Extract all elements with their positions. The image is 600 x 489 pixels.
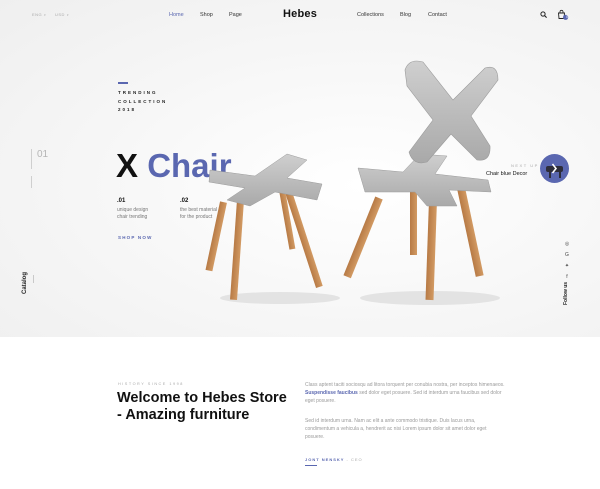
trend-line: 2018	[118, 107, 137, 112]
slide-indicator-line	[31, 149, 32, 169]
slide-indicator-line	[31, 176, 32, 188]
feature-line: unique design	[117, 207, 149, 213]
intro-text: Class aptent taciti sociosqu ad litora t…	[305, 382, 505, 388]
x-chair-image	[205, 60, 500, 305]
twitter-icon[interactable]: ✦	[563, 263, 571, 269]
feature-number: .01	[117, 198, 126, 204]
language-selector[interactable]: ENG ▾	[32, 12, 46, 17]
author-name: JONT NENSKY	[305, 457, 345, 462]
welcome-heading: Welcome to Hebes Store - Amazing furnitu…	[117, 390, 287, 423]
next-up-title[interactable]: Chair blue Decor	[486, 171, 527, 177]
cart-count-badge: 0	[566, 14, 568, 19]
author-underline	[305, 465, 317, 466]
next-slide-thumbnail[interactable]	[540, 154, 569, 183]
catalog-link[interactable]: Catalog	[22, 272, 28, 294]
chair-thumbnail-icon	[546, 163, 563, 178]
nav-blog[interactable]: Blog	[400, 12, 411, 18]
language-label: ENG	[32, 12, 43, 17]
nav-contact[interactable]: Contact	[428, 12, 447, 18]
intro-emphasis: Suspendisse faucibus	[305, 390, 358, 397]
nav-collections[interactable]: Collections	[357, 12, 384, 18]
feature-text: unique design chair trending	[117, 207, 187, 221]
feature-line: the best material	[180, 207, 217, 213]
currency-label: USD	[55, 12, 65, 17]
currency-selector[interactable]: USD ▾	[55, 12, 69, 17]
nav-shop[interactable]: Shop	[200, 12, 213, 18]
trend-line: TRENDING	[118, 90, 158, 95]
follow-us-label: Follow us	[563, 281, 569, 305]
instagram-icon[interactable]: ◎	[563, 241, 571, 247]
chevron-down-icon: ▾	[66, 13, 69, 17]
intro-paragraph: Class aptent taciti sociosqu ad litora t…	[305, 381, 505, 406]
feature-number: .02	[180, 198, 189, 204]
intro-paragraph: Sed id interdum urna. Nam ac elit a ante…	[305, 418, 487, 441]
accent-line	[118, 82, 128, 84]
feature-text: the best material for the product	[180, 207, 222, 221]
top-navigation: ENG ▾ USD ▾ Home Shop Page Hebes Collectio…	[0, 0, 600, 30]
feature-line: chair trending	[117, 214, 148, 220]
author-role: - CEO	[346, 457, 363, 462]
history-label: HISTORY SINCE 1998	[118, 382, 184, 386]
chevron-down-icon: ▾	[44, 13, 47, 17]
slide-counter: 01	[37, 149, 49, 160]
hero-title-x: X	[116, 147, 139, 184]
trend-line: COLLECTION	[118, 98, 168, 104]
author-signature: JONT NENSKY - CEO	[305, 457, 363, 462]
feature-line: for the product	[180, 214, 213, 220]
site-logo[interactable]: Hebes	[283, 8, 317, 20]
shop-now-link[interactable]: SHOP NOW	[118, 235, 153, 240]
trending-collection-label: TRENDING COLLECTION 2018	[118, 89, 167, 115]
nav-home[interactable]: Home	[169, 12, 184, 18]
google-plus-icon[interactable]: G	[563, 252, 571, 258]
catalog-divider	[33, 275, 34, 283]
next-up-label: NEXT UP	[511, 163, 539, 168]
facebook-icon[interactable]: f	[563, 274, 571, 280]
nav-page[interactable]: Page	[229, 12, 242, 18]
search-icon[interactable]	[540, 11, 547, 18]
